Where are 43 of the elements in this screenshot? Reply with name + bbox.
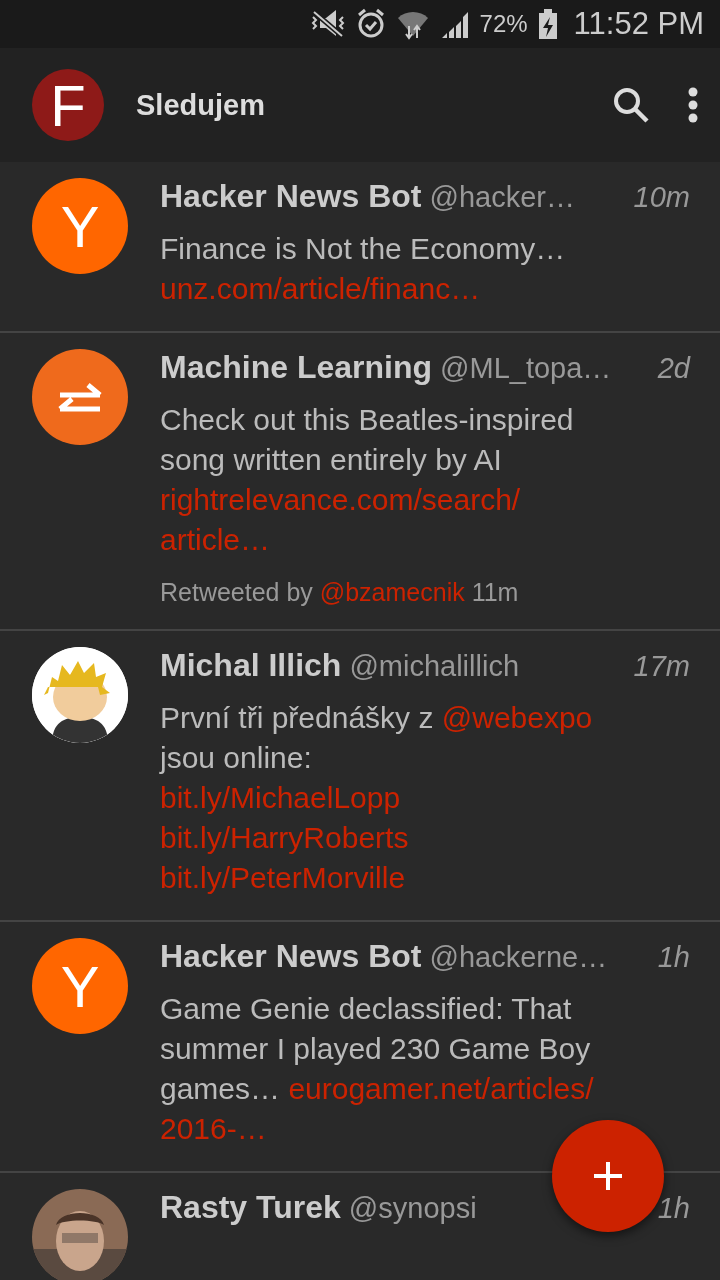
plus-icon: [592, 1160, 624, 1192]
mute-vibrate-icon: [309, 8, 346, 40]
link[interactable]: bit.ly/HarryRoberts: [160, 821, 409, 854]
author-name[interactable]: Machine Learning: [160, 349, 433, 386]
tweet-time: 10m: [633, 181, 690, 214]
author-name[interactable]: Michal Illich: [160, 647, 342, 684]
avatar[interactable]: Y: [32, 938, 128, 1034]
arrows-icon: [58, 380, 102, 414]
author-handle: @ML_topa…: [440, 352, 613, 385]
author-handle: @hacker…: [429, 181, 576, 214]
link[interactable]: bit.ly/PeterMorville: [160, 861, 406, 894]
tweet-time: 1h: [657, 1192, 690, 1225]
link[interactable]: @webexpo: [441, 701, 593, 734]
tweet-text: Check out this Beatles-inspired song written entirely by AI rightrelevance.com/search/ article…: [160, 402, 575, 558]
app-logo[interactable]: F: [32, 69, 104, 141]
battery-charging-icon: [537, 9, 558, 39]
author-handle: @hackerne…: [429, 941, 609, 974]
link[interactable]: unz.com/article/financ…: [160, 272, 481, 305]
screen-title: Sledujem: [136, 88, 266, 122]
author-name[interactable]: Hacker News Bot: [160, 178, 422, 215]
author-handle: @michalillich: [349, 650, 520, 683]
retweet-info: Retweeted by @bzamecnik 11m: [160, 578, 520, 607]
link[interactable]: bit.ly/MichaelLopp: [160, 781, 401, 814]
tweet-time: 17m: [633, 650, 690, 683]
clock: 11:52 PM: [573, 6, 704, 42]
tweet-time: 1h: [657, 941, 690, 974]
author-handle: @synopsi: [348, 1192, 478, 1225]
author-name[interactable]: Rasty Turek: [160, 1189, 341, 1226]
more-options-icon[interactable]: [688, 87, 698, 123]
link[interactable]: @bzamecnik: [319, 578, 465, 606]
avatar[interactable]: Y: [32, 178, 128, 274]
search-icon[interactable]: [612, 86, 650, 124]
tweet-text: První tři přednášky z @webexpo jsou online: bit.ly/MichaelLopp bit.ly/HarryRoberts bit.ly/PeterMorville: [160, 700, 594, 896]
tweet-time: 2d: [657, 352, 690, 385]
battery-percentage: 72%: [479, 10, 528, 38]
link[interactable]: rightrelevance.com/search/: [160, 483, 521, 516]
link[interactable]: article…: [160, 523, 271, 556]
alarm-icon: [355, 8, 386, 40]
author-name[interactable]: Hacker News Bot: [160, 938, 422, 975]
tweet-text: Finance is Not the Economy… unz.com/article/financ…: [160, 231, 567, 307]
tweet-text: Game Genie declassified: That summer I played 230 Game Boy games… eurogamer.net/articles/ 2016-…: [160, 991, 595, 1147]
link[interactable]: eurogamer.net/articles/: [288, 1072, 594, 1105]
link[interactable]: 2016-…: [160, 1112, 267, 1145]
